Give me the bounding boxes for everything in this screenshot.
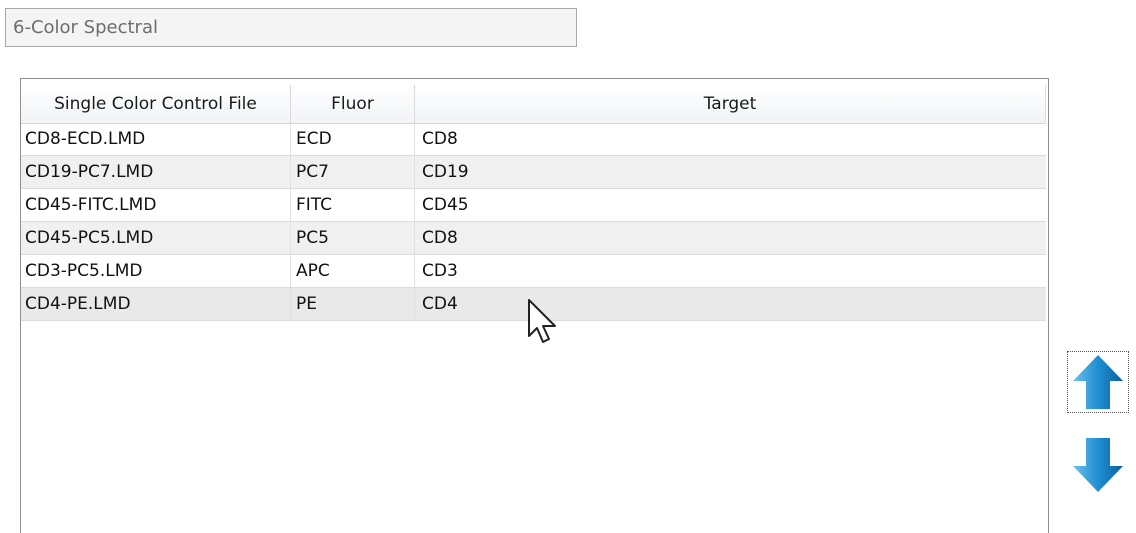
move-up-button[interactable] — [1067, 351, 1129, 413]
arrow-up-icon — [1073, 355, 1123, 409]
target-cell[interactable]: CD3 — [415, 255, 1046, 287]
file-cell: CD45-PC5.LMD — [21, 222, 291, 254]
target-cell[interactable]: CD45 — [415, 189, 1046, 221]
table-row[interactable]: CD19-PC7.LMD PC7 CD19 — [21, 156, 1046, 189]
table-header: Single Color Control File Fluor Target — [21, 85, 1046, 124]
target-cell[interactable]: CD4 — [415, 288, 1046, 320]
table-row[interactable]: CD45-PC5.LMD PC5 CD8 — [21, 222, 1046, 255]
target-cell[interactable]: CD8 — [415, 222, 1046, 254]
spectral-config-panel: 6-Color Spectral Single Color Control Fi… — [0, 0, 1136, 533]
fluor-cell[interactable]: PE — [291, 288, 415, 320]
move-down-button[interactable] — [1067, 434, 1129, 496]
target-cell[interactable]: CD19 — [415, 156, 1046, 188]
table-row[interactable]: CD8-ECD.LMD ECD CD8 — [21, 123, 1046, 156]
file-cell: CD45-FITC.LMD — [21, 189, 291, 221]
file-cell: CD19-PC7.LMD — [21, 156, 291, 188]
table-row[interactable]: CD3-PC5.LMD APC CD3 — [21, 255, 1046, 288]
config-name-field[interactable]: 6-Color Spectral — [5, 8, 577, 47]
arrow-down-icon — [1073, 438, 1123, 492]
mouse-cursor-icon — [528, 299, 556, 343]
fluor-cell[interactable]: FITC — [291, 189, 415, 221]
target-cell[interactable]: CD8 — [415, 123, 1046, 155]
table-row[interactable]: CD45-FITC.LMD FITC CD45 — [21, 189, 1046, 222]
table-body: CD8-ECD.LMD ECD CD8 CD19-PC7.LMD PC7 CD1… — [21, 123, 1046, 321]
fluor-cell[interactable]: APC — [291, 255, 415, 287]
column-header-fluor[interactable]: Fluor — [291, 85, 415, 123]
file-cell: CD4-PE.LMD — [21, 288, 291, 320]
column-header-target[interactable]: Target — [415, 85, 1046, 123]
file-cell: CD8-ECD.LMD — [21, 123, 291, 155]
file-cell: CD3-PC5.LMD — [21, 255, 291, 287]
fluor-cell[interactable]: ECD — [291, 123, 415, 155]
column-header-file[interactable]: Single Color Control File — [21, 85, 291, 123]
fluor-cell[interactable]: PC7 — [291, 156, 415, 188]
fluor-cell[interactable]: PC5 — [291, 222, 415, 254]
